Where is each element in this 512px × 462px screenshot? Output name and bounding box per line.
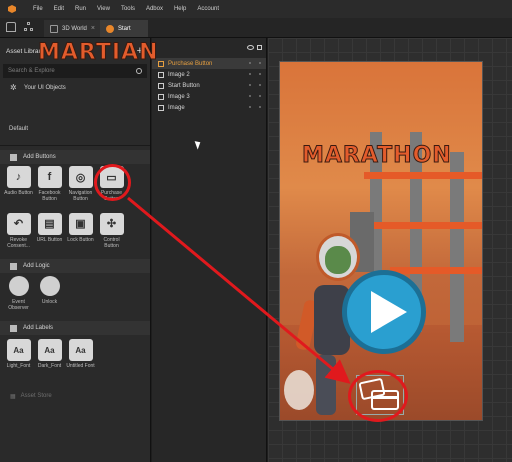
annotation-arrow [127, 196, 351, 384]
